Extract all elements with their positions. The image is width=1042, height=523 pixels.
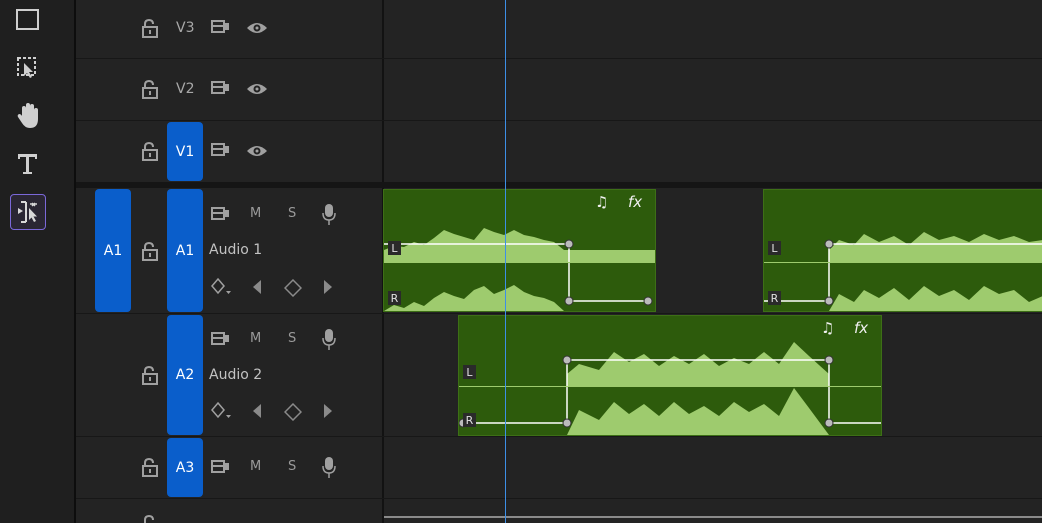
sync-lock-icon[interactable]	[211, 206, 231, 222]
track-target-a2[interactable]: A2	[167, 315, 203, 435]
fx-icon[interactable]: fx	[854, 319, 868, 337]
playhead[interactable]	[505, 0, 506, 523]
eye-icon[interactable]	[246, 143, 268, 159]
tools-panel	[0, 0, 76, 523]
track-target-a3[interactable]: A3	[167, 438, 203, 497]
add-keyframe-icon[interactable]	[284, 279, 302, 297]
video-audio-divider[interactable]	[76, 182, 1042, 188]
next-keyframe-icon[interactable]	[322, 403, 334, 419]
row-separator	[76, 58, 1042, 59]
waveform	[459, 342, 881, 435]
lock-open-icon[interactable]	[141, 241, 159, 261]
channel-left-label: L	[768, 241, 781, 255]
channel-divider	[384, 262, 655, 263]
audio-clip-a2-1[interactable]: L R ♫ fx	[458, 315, 882, 436]
sync-lock-icon[interactable]	[211, 80, 231, 96]
solo-button[interactable]: S	[288, 331, 296, 346]
track-name-a1[interactable]: Audio 1	[209, 242, 262, 258]
lock-open-icon[interactable]	[141, 141, 159, 161]
type-tool[interactable]	[10, 146, 46, 182]
source-patch-a1[interactable]: A1	[95, 189, 131, 312]
waveform	[764, 232, 1042, 311]
solo-button[interactable]: S	[288, 459, 296, 474]
channel-left-label: L	[463, 365, 476, 379]
waveform	[384, 228, 655, 311]
type-icon	[18, 154, 37, 174]
ripple-edit-icon	[18, 201, 37, 223]
sync-lock-icon[interactable]	[211, 331, 231, 347]
row-separator	[76, 313, 1042, 314]
track-name-a2[interactable]: Audio 2	[209, 367, 262, 383]
channel-right-label: R	[388, 291, 401, 305]
mute-button[interactable]: M	[250, 459, 261, 474]
rectangle-tool[interactable]	[10, 2, 46, 38]
hand-icon	[17, 103, 38, 128]
next-keyframe-icon[interactable]	[322, 279, 334, 295]
prev-keyframe-icon[interactable]	[251, 403, 263, 419]
lock-open-icon[interactable]	[141, 79, 159, 99]
track-select-icon	[17, 57, 36, 78]
lock-open-icon[interactable]	[141, 18, 159, 38]
lock-open-icon[interactable]	[141, 457, 159, 477]
microphone-icon[interactable]	[321, 328, 337, 352]
sync-lock-icon[interactable]	[211, 142, 231, 158]
sync-lock-icon[interactable]	[211, 19, 231, 35]
channel-left-label: L	[388, 241, 401, 255]
microphone-icon[interactable]	[321, 456, 337, 480]
eye-icon[interactable]	[246, 20, 268, 36]
mix-track-volume-line[interactable]	[384, 516, 1042, 518]
track-label-v2: V2	[176, 81, 195, 97]
lock-open-icon[interactable]	[141, 365, 159, 385]
audio-clip-a1-1[interactable]: L R ♫ fx	[383, 189, 656, 312]
rectangle-icon	[16, 9, 39, 30]
keyframe-options-icon[interactable]	[210, 277, 232, 299]
keyframe-options-icon[interactable]	[210, 401, 232, 423]
mute-button[interactable]: M	[250, 331, 261, 346]
eye-icon[interactable]	[246, 81, 268, 97]
row-separator	[76, 498, 1042, 499]
music-icon: ♫	[821, 319, 835, 337]
solo-button[interactable]: S	[288, 206, 296, 221]
ripple-edit-tool[interactable]	[10, 194, 46, 230]
prev-keyframe-icon[interactable]	[251, 279, 263, 295]
row-separator	[76, 120, 1042, 121]
track-label-v3: V3	[176, 20, 195, 36]
channel-right-label: R	[463, 413, 476, 427]
track-target-a1[interactable]: A1	[167, 189, 203, 312]
lock-open-icon[interactable]	[141, 514, 159, 523]
hand-tool[interactable]	[10, 98, 46, 134]
fx-icon[interactable]: fx	[628, 193, 642, 211]
track-select-tool[interactable]	[10, 50, 46, 86]
add-keyframe-icon[interactable]	[284, 403, 302, 421]
channel-divider	[764, 262, 1042, 263]
row-separator	[76, 436, 1042, 437]
audio-clip-a1-2[interactable]: L R	[763, 189, 1042, 312]
mute-button[interactable]: M	[250, 206, 261, 221]
music-icon: ♫	[595, 193, 609, 211]
track-target-v1[interactable]: V1	[167, 122, 203, 181]
microphone-icon[interactable]	[321, 203, 337, 227]
channel-divider	[459, 386, 881, 387]
sync-lock-icon[interactable]	[211, 459, 231, 475]
channel-right-label: R	[768, 291, 781, 305]
